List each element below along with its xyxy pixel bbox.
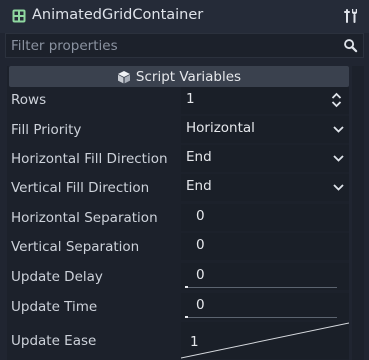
rows-label: Rows xyxy=(11,92,47,108)
filter-properties-field xyxy=(5,33,364,58)
horizontal-fill-direction-dropdown[interactable]: End xyxy=(181,145,349,172)
update-time-value: 0 xyxy=(196,297,205,313)
vertical-separation-value: 0 xyxy=(196,237,205,253)
script-variables-section[interactable]: Script Variables xyxy=(9,66,349,87)
chevron-down-icon xyxy=(333,184,344,191)
vertical-separation-label: Vertical Separation xyxy=(11,239,140,255)
horizontal-fill-direction-value: End xyxy=(186,149,212,165)
vertical-separation-field[interactable]: 0 xyxy=(181,233,349,260)
vertical-fill-direction-dropdown[interactable]: End xyxy=(181,174,349,201)
update-delay-value: 0 xyxy=(196,267,205,283)
chevron-down-icon xyxy=(333,126,344,133)
slider-track xyxy=(185,287,337,288)
update-ease-curve[interactable]: 1 xyxy=(181,322,349,359)
horizontal-separation-label: Horizontal Separation xyxy=(11,210,158,226)
update-ease-value: 1 xyxy=(190,334,199,350)
search-icon[interactable] xyxy=(343,38,358,53)
node-title: AnimatedGridContainer xyxy=(32,7,204,23)
section-label: Script Variables xyxy=(135,68,242,85)
slider-track xyxy=(185,317,337,318)
rows-value: 1 xyxy=(186,91,195,107)
grid-icon xyxy=(12,9,26,23)
spin-arrows-icon[interactable] xyxy=(331,92,342,108)
wrench-screwdriver-icon[interactable] xyxy=(343,8,359,24)
vertical-fill-direction-value: End xyxy=(186,178,212,194)
rows-spinbox[interactable]: 1 xyxy=(181,87,349,114)
fill-priority-label: Fill Priority xyxy=(11,122,82,138)
scrollbar-track[interactable] xyxy=(352,66,364,360)
horizontal-separation-field[interactable]: 0 xyxy=(181,204,349,231)
update-ease-label: Update Ease xyxy=(11,333,97,349)
fill-priority-value: Horizontal xyxy=(186,120,255,136)
slider-fill xyxy=(185,286,188,288)
update-delay-slider[interactable]: 0 xyxy=(181,263,349,290)
update-delay-label: Update Delay xyxy=(11,269,103,285)
horizontal-separation-value: 0 xyxy=(196,208,205,224)
update-time-slider[interactable]: 0 xyxy=(181,293,349,320)
inspector-header: AnimatedGridContainer xyxy=(0,0,369,33)
slider-fill xyxy=(185,316,188,318)
ease-curve-graph xyxy=(181,322,349,359)
chevron-down-icon xyxy=(333,155,344,162)
vertical-fill-direction-label: Vertical Fill Direction xyxy=(11,180,150,196)
update-time-label: Update Time xyxy=(11,299,98,315)
filter-properties-input[interactable] xyxy=(6,34,331,57)
fill-priority-dropdown[interactable]: Horizontal xyxy=(181,116,349,143)
horizontal-fill-direction-label: Horizontal Fill Direction xyxy=(11,151,168,167)
cube-icon xyxy=(117,70,130,83)
